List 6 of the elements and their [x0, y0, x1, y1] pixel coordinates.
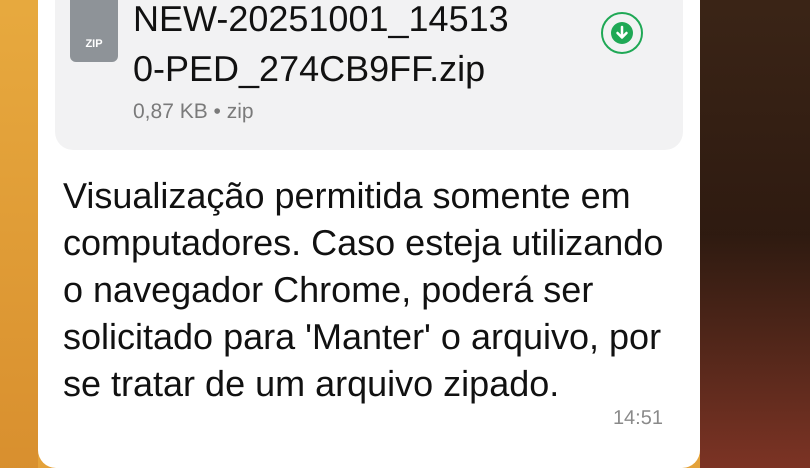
message-time: 14:51: [612, 407, 663, 429]
file-name: NEW-20251001_145130-PED_274CB9FF.zip: [133, 0, 510, 91]
file-details: 0,87 KB • zip: [133, 99, 255, 125]
message-text: Visualização permitida somente em computadores. Caso esteja utilizando o navegador Chrome, poderá ser solicitado para 'Manter' o arquivo, por se tratar de um arquivo zipado.: [63, 174, 664, 406]
download-icon[interactable]: [601, 12, 643, 54]
file-type-label: ZIP: [85, 36, 103, 52]
